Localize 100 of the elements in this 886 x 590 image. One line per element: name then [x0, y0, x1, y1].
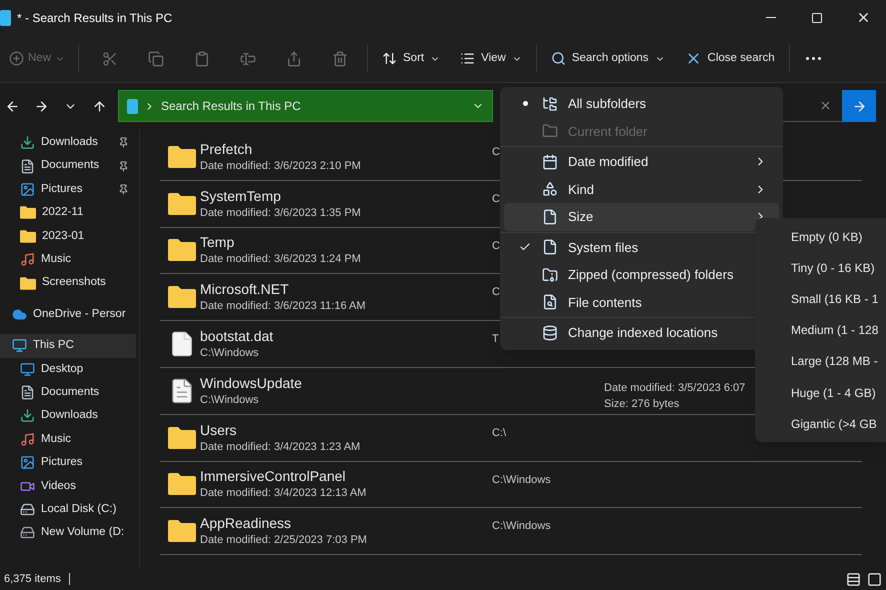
app-icon — [0, 10, 11, 26]
file-location: C:\Windows — [492, 520, 551, 532]
pc-icon — [127, 98, 138, 114]
view-button[interactable]: View — [450, 42, 532, 74]
folder-icon — [168, 286, 196, 308]
index-icon — [542, 324, 558, 341]
arrow-icon — [852, 98, 866, 114]
file-detail: C:\Windows — [200, 346, 260, 362]
close-search-button[interactable]: Close search — [674, 42, 785, 74]
folder-icon — [168, 426, 196, 449]
sidebar-item[interactable]: Local Disk (C:) — [0, 498, 136, 522]
minimize-icon — [766, 17, 776, 18]
file-name: AppReadiness — [200, 514, 292, 532]
file-name: WindowsUpdate — [200, 374, 303, 392]
file-name: Temp — [200, 233, 236, 252]
sidebar-item[interactable]: New Volume (D: — [0, 521, 136, 545]
window-title: * - Search Results in This PC — [17, 10, 172, 26]
sidebar-item[interactable]: 2022-11 — [0, 201, 139, 225]
file-name: Microsoft.NET — [200, 280, 290, 298]
sort-button[interactable]: Sort — [372, 42, 450, 74]
file-name: ImmersiveControlPanel — [200, 467, 346, 486]
pin-icon — [118, 160, 129, 172]
file-location: C — [492, 146, 500, 158]
sidebar-item[interactable]: Downloads — [0, 404, 136, 428]
file-detail: Date modified: 3/6/2023 11:16 AM — [200, 299, 367, 314]
sidebar-item[interactable]: Music — [0, 248, 139, 272]
file-location: C:\ — [492, 426, 506, 439]
more-icon — [806, 57, 822, 60]
search-icon — [550, 51, 566, 66]
sidebar-item[interactable]: Downloads — [0, 131, 139, 154]
download-icon — [20, 135, 35, 150]
rename-icon — [240, 50, 256, 66]
menu-item[interactable]: All subfolders — [504, 90, 779, 118]
copy-icon — [148, 50, 164, 66]
document-icon — [20, 385, 35, 400]
sidebar-item[interactable]: Screenshots — [0, 271, 139, 295]
clear-icon — [819, 99, 832, 112]
download-icon — [20, 408, 35, 424]
sidebar-item[interactable]: This PC — [0, 334, 136, 358]
sidebar-item[interactable]: Documents — [0, 154, 139, 178]
file-name: SystemTemp — [200, 186, 282, 205]
maximize-icon — [811, 12, 823, 24]
picture-icon — [20, 182, 35, 197]
trash-icon — [332, 50, 348, 66]
file-name: Prefetch — [200, 140, 254, 158]
folder-tree-icon — [542, 96, 558, 112]
file-location: C:\Windows — [492, 474, 551, 486]
sidebar-item[interactable]: Music — [0, 428, 136, 452]
file-name: bootstat.dat — [200, 327, 274, 346]
sidebar-item[interactable]: OneDrive - Persor — [0, 302, 136, 326]
menu-item[interactable]: Date modified — [504, 148, 779, 176]
file-icon — [542, 239, 558, 256]
plus-icon — [9, 51, 24, 66]
sidebar-item[interactable]: Videos — [0, 474, 136, 498]
share-icon — [286, 50, 302, 66]
pin-icon — [118, 137, 129, 148]
monitor-icon — [12, 338, 27, 354]
sidebar-item[interactable]: Pictures — [0, 178, 139, 202]
file-detail: Date modified: 3/4/2023 1:23 AM — [200, 440, 362, 455]
menu-item[interactable]: Huge (1 - 4 GB) — [755, 376, 886, 408]
address-bar[interactable]: Search Results in This PC — [118, 90, 493, 122]
file-detail: C:\Windows — [200, 392, 260, 408]
folder-icon — [20, 230, 36, 243]
menu-item[interactable]: Size — [504, 203, 779, 230]
folder-icon — [168, 146, 196, 168]
file-info: Date modified: 3/5/2023 6:07 — [604, 380, 746, 396]
file-detail: Date modified: 2/25/2023 7:03 PM — [200, 533, 368, 548]
desktop-icon — [20, 362, 35, 377]
menu-item[interactable]: Gigantic (>4 GB — [755, 408, 886, 440]
details-view-icon[interactable] — [846, 572, 861, 586]
folder-icon — [542, 123, 558, 140]
folder-icon — [168, 192, 196, 215]
menu-item[interactable]: Kind — [504, 176, 779, 203]
file-search-icon — [542, 294, 558, 310]
sidebar-item[interactable]: Documents — [0, 380, 136, 404]
file-detail: Date modified: 3/6/2023 2:10 PM — [200, 158, 362, 174]
file-detail: Date modified: 3/6/2023 1:35 PM — [200, 206, 362, 221]
file-icon — [542, 208, 558, 225]
music-icon — [20, 252, 35, 268]
zip-folder-icon — [542, 266, 558, 283]
search-go-button[interactable] — [842, 90, 876, 122]
sidebar-item[interactable]: Desktop — [0, 358, 136, 381]
sidebar-item[interactable]: 2023-01 — [0, 224, 139, 248]
tiles-view-icon[interactable] — [867, 572, 882, 586]
file-detail: Date modified: 3/4/2023 12:13 AM — [200, 486, 368, 502]
up-icon — [92, 98, 106, 114]
file-location: T — [492, 333, 499, 346]
menu-item[interactable]: Large (128 MB - — [755, 346, 886, 377]
picture-icon — [20, 455, 35, 470]
document-icon — [20, 158, 35, 174]
folder-icon — [168, 520, 196, 542]
search-options-button[interactable]: Search options — [540, 42, 675, 74]
sidebar-item[interactable]: Pictures — [0, 451, 136, 474]
file-location: C — [492, 240, 500, 252]
file-info: Size: 276 bytes — [604, 396, 680, 412]
folder-icon — [20, 206, 36, 220]
file-location: C — [492, 192, 500, 205]
pin-icon — [118, 184, 129, 195]
shapes-icon — [542, 181, 558, 198]
file-detail: Date modified: 3/6/2023 1:24 PM — [200, 252, 362, 268]
